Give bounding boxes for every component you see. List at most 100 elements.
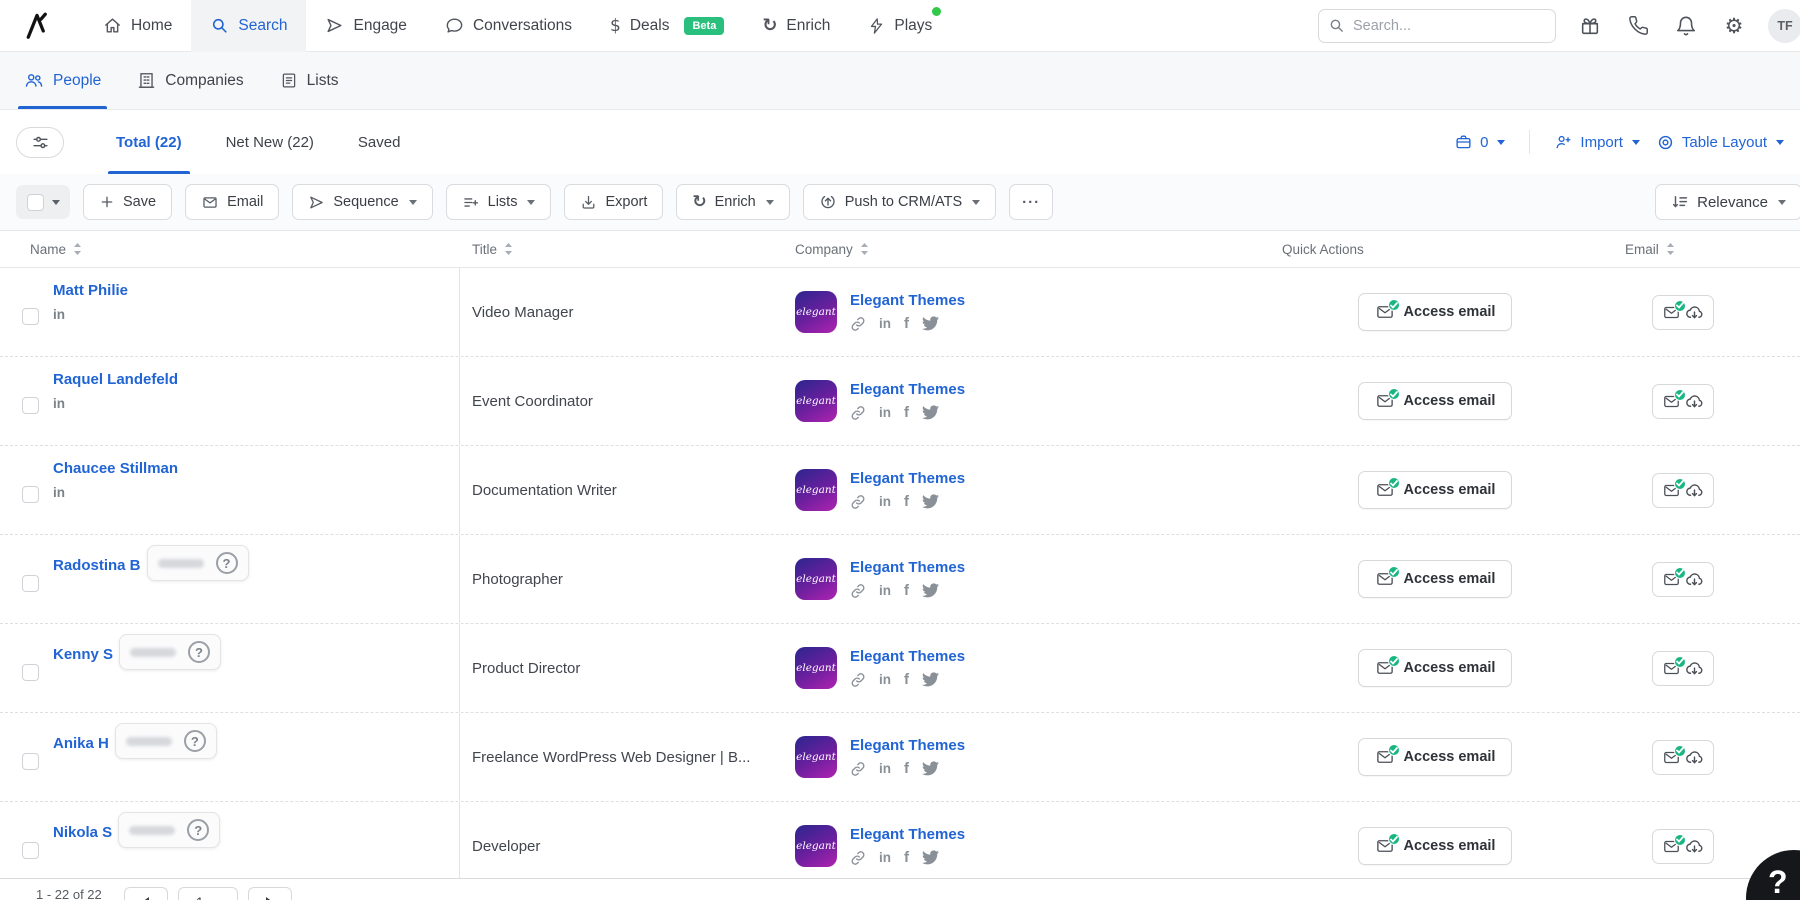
filters-toggle-button[interactable] bbox=[16, 127, 64, 158]
phone-icon[interactable] bbox=[1625, 13, 1651, 39]
masked-name-pill[interactable]: ? bbox=[118, 812, 220, 848]
email-reveal-button[interactable] bbox=[1652, 651, 1714, 686]
import-button[interactable]: Import bbox=[1554, 133, 1640, 151]
person-name-link[interactable]: Chaucee Stillman bbox=[53, 460, 178, 477]
page-select[interactable]: 1 bbox=[178, 887, 238, 900]
email-button[interactable]: Email bbox=[185, 184, 279, 220]
link-icon[interactable] bbox=[850, 672, 866, 688]
avatar[interactable]: TF bbox=[1768, 9, 1800, 43]
email-reveal-button[interactable] bbox=[1652, 740, 1714, 775]
linkedin-icon[interactable]: in bbox=[879, 405, 891, 420]
nav-item-deals[interactable]: $ Deals Beta bbox=[591, 0, 743, 52]
email-reveal-button[interactable] bbox=[1652, 562, 1714, 597]
linkedin-icon[interactable]: in bbox=[879, 583, 891, 598]
column-header-title[interactable]: Title bbox=[460, 242, 780, 257]
facebook-icon[interactable]: f bbox=[904, 671, 909, 688]
tab-net-new[interactable]: Net New (22) bbox=[204, 110, 336, 174]
link-icon[interactable] bbox=[850, 316, 866, 332]
company-name-link[interactable]: Elegant Themes bbox=[850, 292, 965, 309]
access-email-button[interactable]: Access email bbox=[1358, 293, 1513, 331]
twitter-icon[interactable] bbox=[922, 494, 939, 509]
email-reveal-button[interactable] bbox=[1652, 295, 1714, 330]
access-email-button[interactable]: Access email bbox=[1358, 560, 1513, 598]
facebook-icon[interactable]: f bbox=[904, 404, 909, 421]
tab-people[interactable]: People bbox=[6, 52, 119, 109]
gift-icon[interactable] bbox=[1577, 13, 1603, 39]
twitter-icon[interactable] bbox=[922, 316, 939, 331]
nav-item-search[interactable]: Search bbox=[191, 0, 306, 52]
select-all-checkbox[interactable] bbox=[27, 194, 44, 211]
linkedin-icon[interactable]: in bbox=[879, 672, 891, 687]
company-name-link[interactable]: Elegant Themes bbox=[850, 381, 965, 398]
row-checkbox[interactable] bbox=[22, 753, 39, 770]
masked-name-pill[interactable]: ? bbox=[115, 723, 217, 759]
next-page-button[interactable] bbox=[248, 887, 292, 900]
tab-lists[interactable]: Lists bbox=[262, 52, 357, 109]
row-checkbox[interactable] bbox=[22, 397, 39, 414]
facebook-icon[interactable]: f bbox=[904, 493, 909, 510]
person-name-link[interactable]: Anika H bbox=[53, 735, 109, 752]
prev-page-button[interactable] bbox=[124, 887, 168, 900]
sequence-button[interactable]: Sequence bbox=[292, 184, 432, 220]
linkedin-icon[interactable]: in bbox=[879, 316, 891, 331]
link-icon[interactable] bbox=[850, 583, 866, 599]
facebook-icon[interactable]: f bbox=[904, 315, 909, 332]
table-layout-button[interactable]: Table Layout bbox=[1656, 133, 1784, 152]
person-name-link[interactable]: Kenny S bbox=[53, 646, 113, 663]
person-name-link[interactable]: Radostina B bbox=[53, 557, 141, 574]
link-icon[interactable] bbox=[850, 850, 866, 866]
company-logo[interactable]: elegant bbox=[795, 647, 837, 689]
sort-button[interactable]: Relevance bbox=[1655, 184, 1800, 220]
email-reveal-button[interactable] bbox=[1652, 384, 1714, 419]
push-to-crm-button[interactable]: Push to CRM/ATS bbox=[803, 184, 996, 220]
masked-name-pill[interactable]: ? bbox=[119, 634, 221, 670]
select-all-control[interactable] bbox=[16, 185, 70, 219]
company-logo[interactable]: elegant bbox=[795, 291, 837, 333]
twitter-icon[interactable] bbox=[922, 405, 939, 420]
company-logo[interactable]: elegant bbox=[795, 380, 837, 422]
twitter-icon[interactable] bbox=[922, 583, 939, 598]
link-icon[interactable] bbox=[850, 494, 866, 510]
nav-item-home[interactable]: Home bbox=[84, 0, 191, 52]
access-email-button[interactable]: Access email bbox=[1358, 382, 1513, 420]
facebook-icon[interactable]: f bbox=[904, 582, 909, 599]
row-checkbox[interactable] bbox=[22, 486, 39, 503]
nav-item-plays[interactable]: Plays bbox=[849, 0, 951, 52]
twitter-icon[interactable] bbox=[922, 850, 939, 865]
tab-companies[interactable]: Companies bbox=[119, 52, 261, 109]
email-reveal-button[interactable] bbox=[1652, 473, 1714, 508]
access-email-button[interactable]: Access email bbox=[1358, 471, 1513, 509]
linkedin-icon[interactable]: in bbox=[53, 396, 65, 411]
facebook-icon[interactable]: f bbox=[904, 760, 909, 777]
export-button[interactable]: Export bbox=[564, 184, 663, 220]
row-checkbox[interactable] bbox=[22, 842, 39, 859]
search-input[interactable] bbox=[1318, 9, 1556, 43]
twitter-icon[interactable] bbox=[922, 761, 939, 776]
tab-total[interactable]: Total (22) bbox=[94, 110, 204, 174]
linkedin-icon[interactable]: in bbox=[53, 307, 65, 322]
company-logo[interactable]: elegant bbox=[795, 736, 837, 778]
person-name-link[interactable]: Raquel Landefeld bbox=[53, 371, 178, 388]
company-name-link[interactable]: Elegant Themes bbox=[850, 470, 965, 487]
facebook-icon[interactable]: f bbox=[904, 849, 909, 866]
linkedin-icon[interactable]: in bbox=[879, 494, 891, 509]
twitter-icon[interactable] bbox=[922, 672, 939, 687]
lists-button[interactable]: Lists bbox=[446, 184, 552, 220]
nav-item-conversations[interactable]: Conversations bbox=[426, 0, 591, 52]
apollo-logo[interactable] bbox=[14, 11, 62, 41]
tab-saved[interactable]: Saved bbox=[336, 110, 423, 174]
company-name-link[interactable]: Elegant Themes bbox=[850, 648, 965, 665]
access-email-button[interactable]: Access email bbox=[1358, 649, 1513, 687]
company-name-link[interactable]: Elegant Themes bbox=[850, 559, 965, 576]
nav-item-enrich[interactable]: ↻ Enrich bbox=[743, 0, 849, 52]
gear-icon[interactable]: ⚙ bbox=[1721, 13, 1747, 39]
row-checkbox[interactable] bbox=[22, 575, 39, 592]
linkedin-icon[interactable]: in bbox=[879, 761, 891, 776]
row-checkbox[interactable] bbox=[22, 664, 39, 681]
person-name-link[interactable]: Matt Philie bbox=[53, 282, 128, 299]
company-logo[interactable]: elegant bbox=[795, 825, 837, 867]
bell-icon[interactable] bbox=[1673, 13, 1699, 39]
company-name-link[interactable]: Elegant Themes bbox=[850, 826, 965, 843]
company-logo[interactable]: elegant bbox=[795, 469, 837, 511]
enrich-button[interactable]: ↻ Enrich bbox=[676, 184, 789, 220]
